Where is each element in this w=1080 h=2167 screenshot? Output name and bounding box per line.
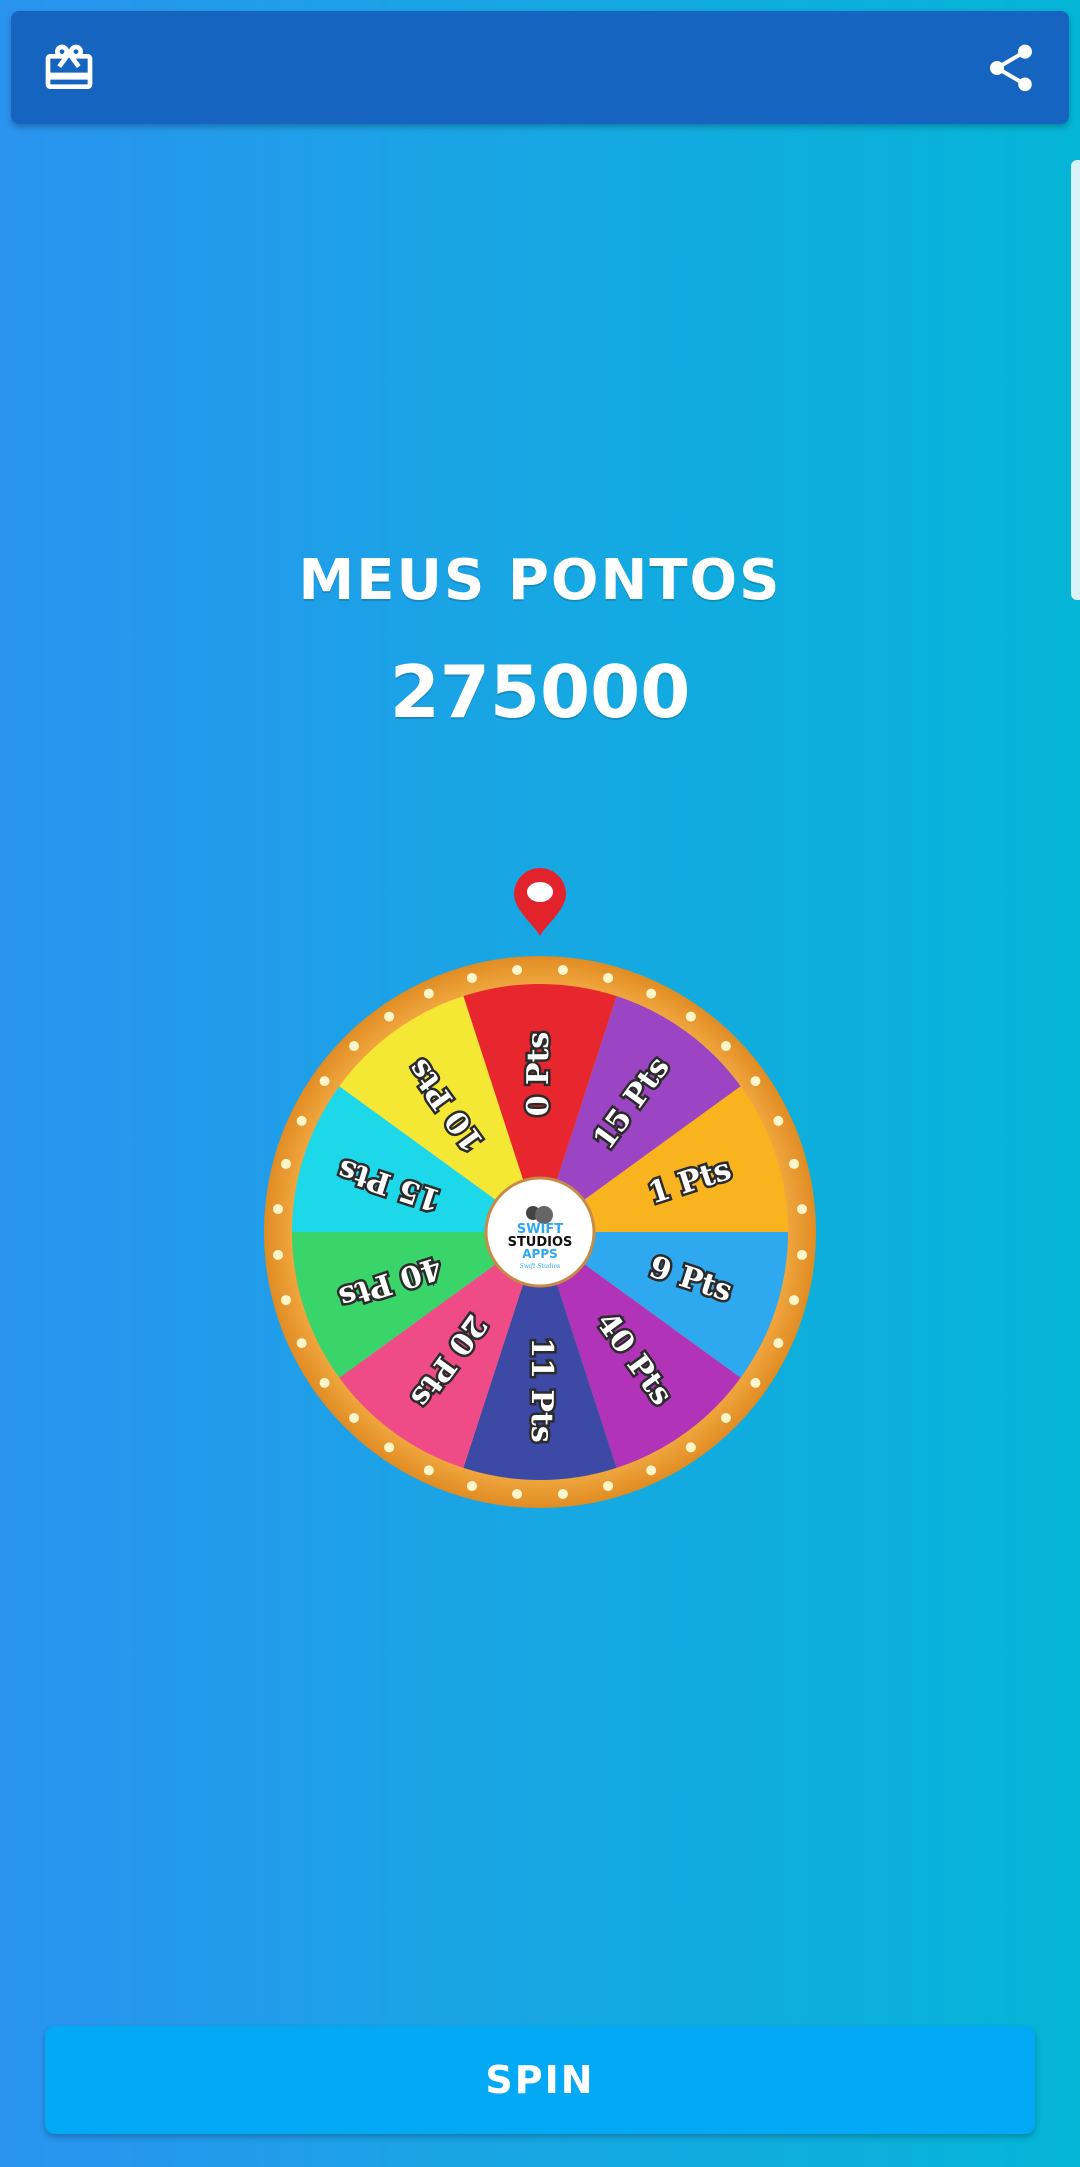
wheel-light — [750, 1377, 761, 1388]
wheel-light — [796, 1204, 807, 1215]
wheel-light — [720, 1041, 731, 1052]
map-pin-icon — [511, 868, 569, 938]
wheel-light — [384, 1011, 395, 1022]
prize-wheel[interactable]: 0 Pts 15 Pts 1 Pts 9 Pts 40 Pts 11 Pts 20 Pts 4… — [264, 956, 816, 1508]
wheel-light — [319, 1076, 330, 1087]
wheel-segment-label: 11 Pts — [524, 1337, 559, 1443]
wheel-light — [384, 1442, 395, 1453]
wheel-light — [349, 1041, 360, 1052]
wheel-light — [789, 1295, 800, 1306]
wheel-light — [603, 972, 614, 983]
wheel-light — [685, 1442, 696, 1453]
wheel-light — [773, 1338, 784, 1349]
wheel-light — [512, 1488, 523, 1499]
wheel-segment-label: 0 Pts — [521, 1032, 556, 1117]
wheel-light — [646, 1465, 657, 1476]
wheel-light — [789, 1158, 800, 1169]
wheel-light — [512, 965, 523, 976]
top-app-bar — [11, 11, 1069, 124]
wheel-light — [646, 988, 657, 999]
wheel-light — [720, 1412, 731, 1423]
wheel-light — [280, 1295, 291, 1306]
spin-button[interactable]: SPIN — [45, 2026, 1035, 2134]
wheel-light — [319, 1377, 330, 1388]
share-icon[interactable] — [983, 40, 1039, 96]
wheel-light — [280, 1158, 291, 1169]
logo-line4: Swift Studios — [520, 1263, 561, 1270]
logo-line3: APPS — [522, 1247, 558, 1261]
wheel-light — [750, 1076, 761, 1087]
wheel-light — [557, 965, 568, 976]
wheel-light — [423, 1465, 434, 1476]
points-value: 275000 — [389, 650, 691, 734]
wheel-light — [466, 1481, 477, 1492]
wheel-light — [273, 1249, 284, 1260]
scrollbar[interactable] — [1071, 160, 1080, 600]
wheel-light — [296, 1115, 307, 1126]
wheel-light — [773, 1115, 784, 1126]
wheel-light — [685, 1011, 696, 1022]
wheel-light — [796, 1249, 807, 1260]
gift-card-icon[interactable] — [41, 40, 97, 96]
wheel-light — [273, 1204, 284, 1215]
wheel-light — [557, 1488, 568, 1499]
wheel-light — [423, 988, 434, 999]
wheel-light — [296, 1338, 307, 1349]
wheel-light — [349, 1412, 360, 1423]
wheel-light — [466, 972, 477, 983]
points-title: MEUS PONTOS — [298, 548, 782, 613]
wheel-center-logo: SWIFT STUDIOS APPS Swift Studios — [484, 1176, 596, 1288]
wheel-light — [603, 1481, 614, 1492]
